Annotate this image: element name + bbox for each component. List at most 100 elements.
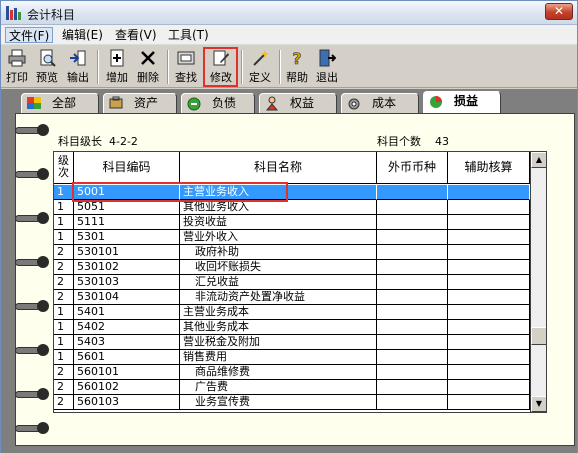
binder-ring [15, 212, 49, 224]
title-bar[interactable]: 会计科目 ✕ [1, 1, 577, 25]
binder-ring [15, 256, 49, 268]
cell-level: 1 [54, 215, 74, 230]
cell-currency [377, 260, 448, 275]
header-level[interactable]: 级次 [54, 152, 74, 184]
table-row[interactable]: 2 530102 收回坏账损失 [54, 260, 530, 275]
cell-name: 收回坏账损失 [180, 260, 377, 275]
cell-code: 530101 [74, 245, 180, 260]
profit-loss-icon [428, 94, 444, 109]
binder-ring [15, 344, 49, 356]
cell-aux [448, 275, 530, 290]
add-button[interactable]: 增加 [104, 48, 130, 86]
cell-name: 广告费 [180, 380, 377, 395]
header-code[interactable]: 科目编码 [74, 152, 180, 184]
cell-code: 560101 [74, 365, 180, 380]
cell-name: 主营业务成本 [180, 305, 377, 320]
cell-name: 商品维修费 [180, 365, 377, 380]
cell-level: 1 [54, 185, 74, 200]
print-button[interactable]: 打印 [4, 48, 30, 86]
tab-liability[interactable]: 负债 [181, 93, 255, 113]
table-row[interactable]: 1 5601 销售费用 [54, 350, 530, 365]
tab-cost[interactable]: 成本 [341, 93, 419, 113]
cell-currency [377, 275, 448, 290]
toolbar-separator [279, 50, 281, 84]
menu-view[interactable]: 查看(V) [112, 27, 160, 43]
cell-level: 1 [54, 305, 74, 320]
cell-currency [377, 305, 448, 320]
table-row[interactable]: 2 560103 业务宣传费 [54, 395, 530, 410]
table-row[interactable]: 1 5111 投资收益 [54, 215, 530, 230]
table-row[interactable]: 2 530103 汇兑收益 [54, 275, 530, 290]
cell-level: 2 [54, 380, 74, 395]
cell-code: 5403 [74, 335, 180, 350]
exit-button[interactable]: 退出 [314, 48, 340, 86]
cost-icon [346, 96, 362, 111]
cell-level: 2 [54, 365, 74, 380]
account-level-info: 科目级长 4-2-2 [58, 135, 138, 148]
toolbar-separator [97, 50, 99, 84]
cell-aux [448, 350, 530, 365]
cell-aux [448, 305, 530, 320]
binder-ring [15, 300, 49, 312]
cell-aux [448, 185, 530, 200]
cell-aux [448, 245, 530, 260]
table-row[interactable]: 1 5051 其他业务收入 [54, 200, 530, 215]
find-button[interactable]: 查找 [173, 48, 199, 86]
cell-name: 非流动资产处置净收益 [180, 290, 377, 305]
table-row[interactable]: 1 5301 营业外收入 [54, 230, 530, 245]
menu-file[interactable]: 文件(F) [5, 27, 54, 43]
add-icon [108, 49, 126, 67]
tab-equity[interactable]: 权益 [259, 93, 337, 113]
delete-button[interactable]: 删除 [135, 48, 161, 86]
tab-profit-loss[interactable]: 损益 [423, 91, 501, 113]
cell-name: 其他业务收入 [180, 200, 377, 215]
vertical-scrollbar[interactable]: ▲ ▼ [530, 152, 546, 412]
cell-aux [448, 200, 530, 215]
cell-currency [377, 365, 448, 380]
cell-aux [448, 380, 530, 395]
cell-currency [377, 380, 448, 395]
preview-icon [38, 49, 56, 67]
table-row[interactable]: 2 530101 政府补助 [54, 245, 530, 260]
table-row[interactable]: 2 560102 广告费 [54, 380, 530, 395]
cell-name: 汇兑收益 [180, 275, 377, 290]
binder-ring [15, 168, 49, 180]
preview-button[interactable]: 预览 [34, 48, 60, 86]
cell-currency [377, 245, 448, 260]
tab-all[interactable]: 全部 [21, 93, 99, 113]
cell-aux [448, 395, 530, 410]
export-icon [69, 49, 87, 67]
cell-level: 2 [54, 395, 74, 410]
cell-aux [448, 290, 530, 305]
table-row[interactable]: 2 530104 非流动资产处置净收益 [54, 290, 530, 305]
cell-name: 业务宣传费 [180, 395, 377, 410]
help-button[interactable]: ? 帮助 [284, 48, 310, 86]
close-button[interactable]: ✕ [545, 3, 573, 20]
export-button[interactable]: 输出 [65, 48, 91, 86]
header-currency[interactable]: 外币币种 [377, 152, 448, 184]
cell-aux [448, 365, 530, 380]
cell-code: 530104 [74, 290, 180, 305]
cell-currency [377, 230, 448, 245]
scroll-thumb[interactable] [531, 327, 546, 345]
menu-tools[interactable]: 工具(T) [165, 27, 212, 43]
scroll-down-button[interactable]: ▼ [531, 396, 546, 412]
binder-ring [15, 124, 49, 136]
cell-currency [377, 215, 448, 230]
table-row[interactable]: 1 5402 其他业务成本 [54, 320, 530, 335]
cell-aux [448, 320, 530, 335]
menu-edit[interactable]: 编辑(E) [59, 27, 106, 43]
table-row[interactable]: 1 5401 主营业务成本 [54, 305, 530, 320]
cell-level: 2 [54, 260, 74, 275]
scroll-up-button[interactable]: ▲ [531, 152, 546, 168]
close-icon: ✕ [553, 4, 565, 18]
table-row[interactable]: 1 5403 营业税金及附加 [54, 335, 530, 350]
define-icon [251, 49, 269, 67]
header-aux[interactable]: 辅助核算 [448, 152, 530, 184]
tab-asset[interactable]: 资产 [103, 93, 177, 113]
table-row[interactable]: 2 560101 商品维修费 [54, 365, 530, 380]
exit-icon [318, 49, 337, 67]
header-name[interactable]: 科目名称 [180, 152, 377, 184]
define-button[interactable]: 定义 [247, 48, 273, 86]
cell-currency [377, 395, 448, 410]
